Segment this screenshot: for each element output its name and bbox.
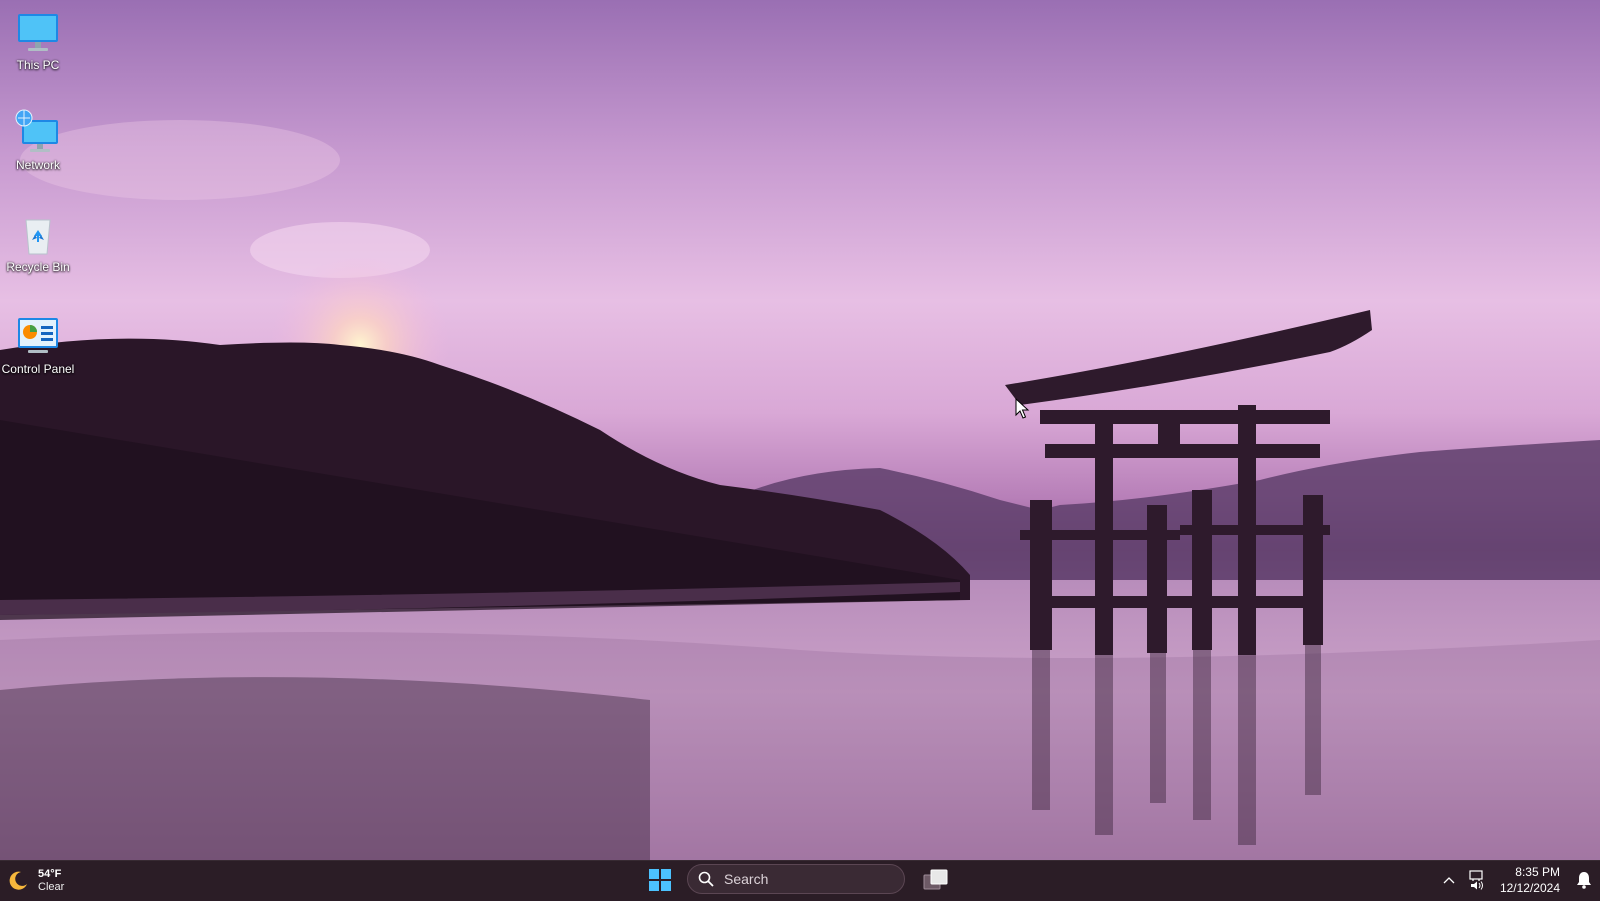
desktop-icon-this-pc[interactable]: This PC: [0, 8, 76, 72]
weather-condition: Clear: [38, 881, 65, 893]
monitor-icon: [18, 14, 58, 51]
clock[interactable]: 8:35 PM 12/12/2024: [1492, 864, 1568, 896]
clock-date: 12/12/2024: [1499, 881, 1560, 895]
notifications-button[interactable]: [1568, 860, 1600, 900]
clock-time: 8:35 PM: [1515, 865, 1560, 879]
search-icon: [698, 871, 714, 887]
system-tray: 8:35 PM 12/12/2024: [1436, 860, 1600, 900]
start-button[interactable]: [646, 866, 674, 894]
desktop-icon-label: Control Panel: [1, 362, 75, 376]
chevron-up-icon: [1443, 877, 1455, 884]
wallpaper-torii-gate-sunset: [0, 120, 1600, 860]
bell-icon: [1577, 872, 1591, 889]
task-view-button[interactable]: [920, 866, 952, 894]
control-panel-icon: [18, 318, 58, 353]
taskbar-search-box[interactable]: Search: [687, 864, 905, 894]
desktop-icon-label: This PC: [16, 58, 60, 72]
network-icon: [15, 109, 58, 152]
desktop-icon-control-panel[interactable]: Control Panel: [0, 312, 76, 376]
ethernet-speaker-icon: [1469, 870, 1483, 890]
mouse-pointer-icon: [1015, 398, 1030, 419]
desktop-icon-label: Recycle Bin: [6, 260, 70, 274]
desktop[interactable]: This PC Network Recycle Bin Control Pane…: [0, 0, 1600, 860]
show-hidden-icons-button[interactable]: [1436, 860, 1462, 900]
desktop-icon-label: Network: [15, 158, 60, 172]
weather-widget[interactable]: 54°F Clear: [6, 865, 64, 897]
task-view-icon: [923, 869, 948, 890]
moon-icon: [9, 871, 27, 890]
network-volume-button[interactable]: [1462, 860, 1492, 900]
desktop-icon-recycle-bin[interactable]: Recycle Bin: [0, 210, 76, 274]
weather-temperature: 54°F: [38, 868, 62, 880]
desktop-icon-network[interactable]: Network: [0, 108, 76, 172]
recycle-bin-icon: [25, 219, 51, 255]
windows-logo-icon: [649, 869, 671, 891]
search-placeholder: Search: [724, 871, 769, 887]
